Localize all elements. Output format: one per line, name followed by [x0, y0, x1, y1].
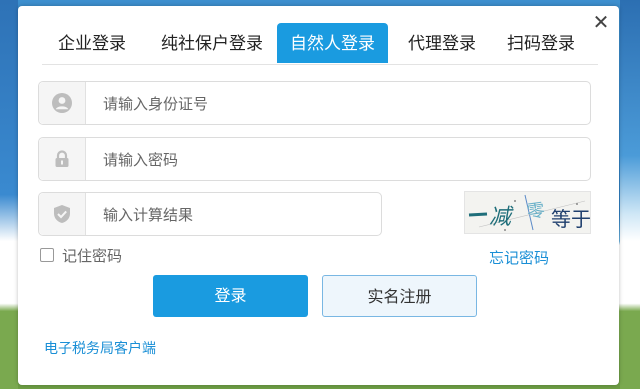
login-tabs: 企业登录 纯社保户登录 自然人登录 代理登录 扫码登录 [42, 23, 598, 65]
lock-icon [55, 150, 69, 167]
id-icon-box [39, 82, 86, 124]
login-button[interactable]: 登录 [153, 275, 308, 317]
background-left [0, 0, 18, 389]
client-download-link[interactable]: 电子税务局客户端 [44, 338, 156, 358]
id-number-input[interactable] [101, 82, 585, 126]
forgot-password-link[interactable]: 忘记密码 [489, 247, 549, 268]
captcha-icon-box [39, 193, 86, 235]
captcha-image[interactable]: 减 零 等于? [464, 191, 591, 234]
password-input[interactable] [101, 138, 585, 182]
svg-text:零: 零 [526, 200, 547, 223]
tab-social-security[interactable]: 纯社保户登录 [150, 23, 274, 63]
login-dialog: ✕ 企业登录 纯社保户登录 自然人登录 代理登录 扫码登录 请输入身份证号 输入… [18, 6, 619, 385]
captcha-input[interactable] [101, 193, 375, 237]
captcha-graphic: 减 零 等于? [468, 194, 591, 231]
password-icon-box [39, 138, 86, 180]
remember-checkbox[interactable] [40, 248, 54, 262]
remember-label: 记住密码 [62, 247, 123, 265]
captcha-field [38, 192, 382, 237]
remember-password[interactable]: 记住密码 [40, 246, 122, 266]
password-field [38, 137, 591, 182]
svg-text:等于?: 等于? [551, 207, 591, 231]
id-number-field [38, 81, 591, 126]
user-icon [52, 93, 72, 113]
tab-agent[interactable]: 代理登录 [398, 23, 486, 63]
register-button[interactable]: 实名注册 [322, 275, 477, 317]
background-right [620, 0, 640, 389]
tab-qrcode[interactable]: 扫码登录 [497, 23, 585, 63]
shield-icon [54, 205, 70, 223]
svg-text:减: 减 [489, 205, 514, 230]
tab-natural-person[interactable]: 自然人登录 [277, 23, 388, 63]
tab-enterprise[interactable]: 企业登录 [48, 23, 136, 63]
